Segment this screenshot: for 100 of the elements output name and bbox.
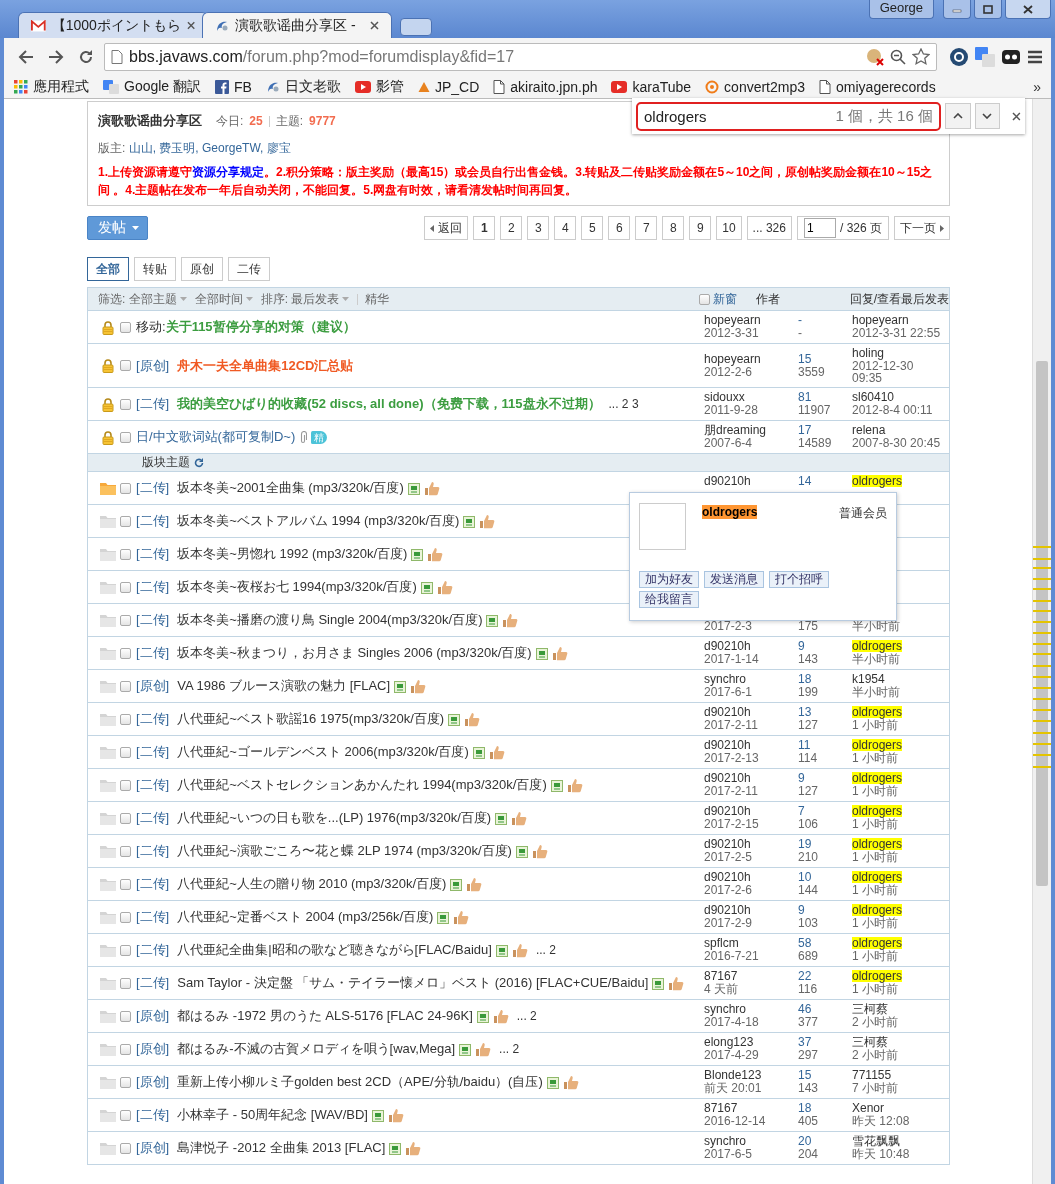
checkbox[interactable] bbox=[120, 680, 131, 692]
author-link[interactable]: synchro bbox=[704, 1002, 747, 1016]
checkbox[interactable] bbox=[120, 431, 131, 443]
sort-dropdown[interactable]: 最后发表 bbox=[291, 290, 350, 308]
author-link[interactable]: 87167 bbox=[704, 1101, 738, 1115]
thread-title-link[interactable]: 八代亜紀全曲集|昭和の歌など聴きながら[FLAC/Baidu] bbox=[177, 941, 492, 957]
new-tab-button[interactable] bbox=[400, 18, 432, 36]
page-link[interactable]: 7 bbox=[635, 216, 658, 240]
author-link[interactable]: 87167 bbox=[704, 969, 738, 983]
author-link[interactable]: spflcm bbox=[704, 936, 739, 950]
checkbox[interactable] bbox=[698, 293, 710, 305]
last-poster-link[interactable]: oldrogers bbox=[852, 772, 903, 784]
category-link[interactable]: [原创] bbox=[136, 1139, 170, 1155]
thread-title-link[interactable]: 八代亜紀~ゴールデンベスト 2006(mp3/320k/百度) bbox=[177, 743, 469, 759]
category-link[interactable]: [原创] bbox=[136, 1007, 170, 1023]
last-poster-link[interactable]: oldrogers bbox=[852, 640, 903, 652]
checkbox[interactable] bbox=[120, 1109, 131, 1121]
thread-title-link[interactable]: 都はるみ -1972 男のうた ALS-5176 [FLAC 24-96K] bbox=[177, 1007, 473, 1023]
thread-title-link[interactable]: 坂本冬美~男惚れ 1992 (mp3/320k/百度) bbox=[177, 545, 408, 561]
thread-title-link[interactable]: 八代亜紀~ベストセレクションあかんたれ 1994(mp3/320k/百度) bbox=[177, 776, 547, 792]
next-page-button[interactable]: 下一页 bbox=[894, 216, 950, 240]
close-icon[interactable] bbox=[186, 21, 195, 30]
bookmark[interactable]: JP_CD bbox=[417, 78, 480, 95]
page-link[interactable]: 10 bbox=[716, 216, 742, 240]
author-link[interactable]: d90210h bbox=[704, 771, 751, 785]
category-link[interactable]: [二传] bbox=[136, 644, 170, 660]
page-link[interactable]: 5 bbox=[581, 216, 604, 240]
last-poster-link[interactable]: oldrogers bbox=[852, 475, 903, 487]
author-link[interactable]: d90210h bbox=[704, 837, 751, 851]
star-icon[interactable] bbox=[912, 48, 930, 65]
bookmark[interactable]: convert2mp3 bbox=[705, 78, 806, 95]
rules-link[interactable]: 资源分享规定 bbox=[192, 165, 264, 179]
checkbox[interactable] bbox=[120, 845, 131, 857]
category-link[interactable]: [二传] bbox=[136, 776, 170, 792]
category-link[interactable]: [二传] bbox=[136, 908, 170, 924]
bookmark[interactable]: 日文老歌 bbox=[265, 77, 341, 96]
thread-title-link[interactable]: 島津悦子 -2012 全曲集 2013 [FLAC] bbox=[177, 1139, 386, 1155]
last-poster-link[interactable]: 771155 bbox=[852, 1069, 892, 1081]
extension-icon[interactable] bbox=[949, 46, 969, 67]
profile-button[interactable]: George bbox=[868, 0, 934, 19]
category-link[interactable]: [二传] bbox=[136, 396, 170, 411]
last-poster-link[interactable]: Xenor bbox=[852, 1102, 885, 1114]
bookmark[interactable]: akiraito.jpn.ph bbox=[493, 78, 598, 95]
last-poster-link[interactable]: oldrogers bbox=[852, 805, 903, 817]
category-link[interactable]: [二传] bbox=[136, 512, 170, 528]
last-poster-link[interactable]: 三柯蔡 bbox=[852, 1036, 888, 1048]
page-number-field[interactable]: 1 bbox=[803, 218, 836, 238]
menu-icon[interactable] bbox=[1027, 48, 1043, 65]
thread-title-link[interactable]: 都はるみ-不滅の古賀メロディを唄う[wav,Mega] bbox=[177, 1040, 456, 1056]
bookmark[interactable]: omiyagerecords bbox=[819, 78, 936, 95]
page-link[interactable]: 9 bbox=[689, 216, 712, 240]
zoom-icon[interactable] bbox=[890, 48, 906, 65]
scrollbar[interactable] bbox=[1032, 99, 1051, 1184]
close-window-button[interactable] bbox=[1005, 0, 1051, 19]
more-bookmarks-button[interactable]: » bbox=[1033, 78, 1041, 95]
author-link[interactable]: hopeyearn bbox=[704, 313, 761, 327]
last-poster-link[interactable]: oldrogers bbox=[852, 706, 903, 718]
category-link[interactable]: [二传] bbox=[136, 545, 170, 561]
last-poster-link[interactable]: 三柯蔡 bbox=[852, 1003, 888, 1015]
author-link[interactable]: d90210h bbox=[704, 804, 751, 818]
category-link[interactable]: [二传] bbox=[136, 710, 170, 726]
author-link[interactable]: Blonde123 bbox=[704, 1068, 762, 1082]
checkbox[interactable] bbox=[120, 977, 131, 989]
checkbox[interactable] bbox=[120, 360, 131, 371]
moderator-list[interactable]: 山山, 费玉明, GeorgeTW, 廖宝 bbox=[128, 140, 291, 157]
checkbox[interactable] bbox=[120, 614, 131, 626]
checkbox[interactable] bbox=[120, 944, 131, 956]
last-poster-link[interactable]: hopeyearn bbox=[852, 314, 909, 326]
bookmark[interactable]: 影管 bbox=[354, 77, 404, 96]
user-action-button[interactable]: 给我留言 bbox=[639, 591, 699, 608]
thread-title-link[interactable]: 日/中文歌词站(都可复制D~) bbox=[136, 429, 296, 444]
category-link[interactable]: [二传] bbox=[136, 611, 170, 627]
filter-tab[interactable]: 转贴 bbox=[134, 257, 176, 281]
find-field[interactable]: oldrogers 1 個，共 16 個 bbox=[636, 101, 941, 131]
last-poster-link[interactable]: oldrogers bbox=[852, 871, 903, 883]
category-link[interactable]: [原创] bbox=[136, 357, 170, 373]
last-poster-link[interactable]: holing bbox=[852, 347, 885, 359]
category-link[interactable]: [二传] bbox=[136, 743, 170, 759]
author-link[interactable]: elong123 bbox=[704, 1035, 754, 1049]
filter-tab[interactable]: 二传 bbox=[228, 257, 270, 281]
thread-title-link[interactable]: 八代亜紀~いつの日も歌を...(LP) 1976(mp3/320k/百度) bbox=[177, 809, 492, 825]
author-link[interactable]: d90210h bbox=[704, 474, 751, 488]
checkbox[interactable] bbox=[120, 1010, 131, 1022]
bookmark[interactable]: Google 翻訳 bbox=[103, 77, 202, 96]
page-link[interactable]: 8 bbox=[662, 216, 685, 240]
author-link[interactable]: d90210h bbox=[704, 705, 751, 719]
thread-title-link[interactable]: 八代亜紀~演歌ごころ〜花と蝶 2LP 1974 (mp3/320k/百度) bbox=[177, 842, 512, 858]
page-link[interactable]: 4 bbox=[554, 216, 577, 240]
checkbox[interactable] bbox=[120, 746, 131, 758]
thread-title-link[interactable]: 八代亜紀~定番ベスト 2004 (mp3/256k/百度) bbox=[177, 908, 434, 924]
new-window-label[interactable]: 新窗 bbox=[712, 290, 737, 308]
bookmark[interactable]: karaTube bbox=[611, 78, 692, 95]
last-poster-link[interactable]: oldrogers bbox=[852, 937, 903, 949]
thread-title-link[interactable]: 小林幸子 - 50周年紀念 [WAV/BD] bbox=[177, 1106, 368, 1122]
checkbox[interactable] bbox=[120, 911, 131, 923]
page-link[interactable]: 2 bbox=[500, 216, 523, 240]
checkbox[interactable] bbox=[120, 482, 131, 494]
thread-title-link[interactable]: Sam Taylor - 決定盤 「サム・テイラー懐メロ」ベスト (2016) [FLAC+CUE/Baidu] bbox=[177, 974, 649, 990]
last-poster-link[interactable]: oldrogers bbox=[852, 838, 903, 850]
filter-tab[interactable]: 原创 bbox=[181, 257, 223, 281]
